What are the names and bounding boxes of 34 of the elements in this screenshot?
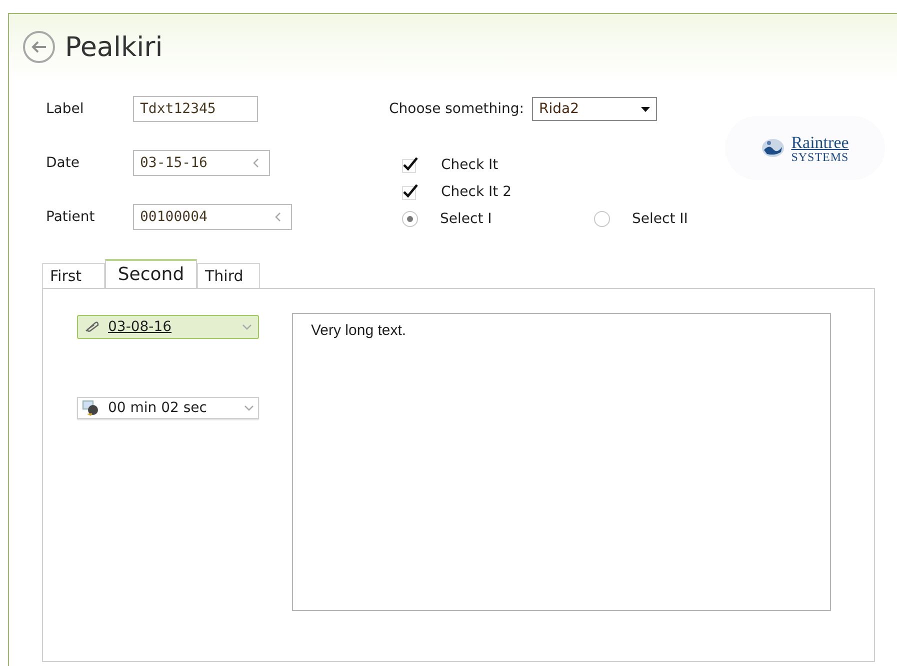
date-picker[interactable]: 03-08-16 bbox=[77, 315, 259, 339]
tab[interactable]: Second bbox=[105, 259, 197, 288]
checkbox[interactable] bbox=[402, 156, 419, 172]
input-field[interactable]: Tdxt12345 bbox=[133, 96, 258, 122]
text-area[interactable]: Very long text. bbox=[292, 313, 831, 611]
paperclip-icon bbox=[84, 321, 100, 333]
chevron-left-icon[interactable] bbox=[273, 212, 283, 222]
field-label: Patient bbox=[46, 209, 96, 225]
back-button[interactable] bbox=[23, 31, 55, 63]
radio-button[interactable] bbox=[402, 210, 418, 226]
back-arrow-icon bbox=[30, 40, 48, 54]
field-label: Label bbox=[46, 101, 85, 117]
radio-button[interactable] bbox=[594, 210, 610, 226]
globe-icon bbox=[761, 138, 786, 158]
chevron-down-icon[interactable] bbox=[242, 322, 252, 332]
radio-label: Select I bbox=[440, 210, 492, 226]
checkbox-label: Check It 2 bbox=[441, 184, 512, 200]
page-title: Pealkiri bbox=[65, 32, 163, 62]
dropdown-label: Choose something: bbox=[389, 101, 524, 117]
chevron-left-icon[interactable] bbox=[251, 158, 261, 168]
field-label: Date bbox=[46, 155, 80, 171]
checkbox-label: Check It bbox=[441, 156, 498, 172]
logo-tagline: SYSTEMS bbox=[791, 150, 849, 162]
logo-name: Raintree bbox=[791, 134, 849, 150]
radio-label: Select II bbox=[632, 210, 688, 226]
input-field[interactable]: 03-15-16 bbox=[133, 150, 270, 176]
tab[interactable]: Third bbox=[197, 263, 260, 288]
tab[interactable]: First bbox=[42, 263, 105, 288]
dropdown[interactable]: Rida2 bbox=[532, 97, 657, 121]
checkbox[interactable] bbox=[402, 184, 419, 200]
duration-picker[interactable]: 00 min 02 sec bbox=[77, 397, 259, 419]
input-field[interactable]: 00100004 bbox=[133, 204, 292, 230]
dropdown-arrow-icon bbox=[640, 106, 650, 112]
chevron-down-icon[interactable] bbox=[244, 403, 254, 413]
